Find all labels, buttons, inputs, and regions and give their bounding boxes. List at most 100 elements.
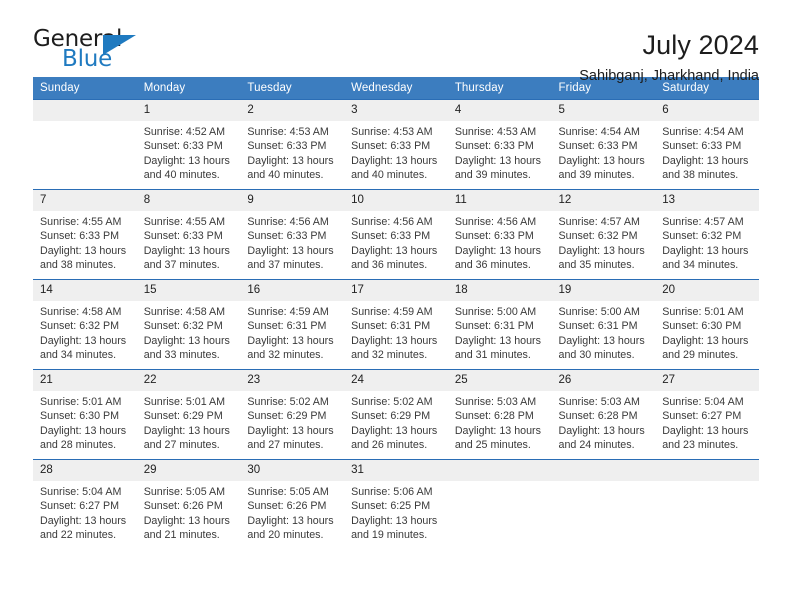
sun-times-block: Sunrise: 4:57 AM Sunset: 6:32 PM Daylight:… (655, 211, 759, 273)
sun-time-line: Daylight: 13 hours (662, 244, 749, 257)
day-number: 9 (240, 190, 345, 211)
calendar-day-cell[interactable]: 30 Sunrise: 5:05 AM Sunset: 6:26 PM Dayligh… (240, 459, 345, 550)
calendar-day-cell[interactable]: 16 Sunrise: 4:59 AM Sunset: 6:31 PM Dayligh… (240, 279, 345, 370)
sun-time-line: Sunrise: 5:04 AM (662, 396, 744, 408)
calendar-day-cell[interactable]: 11 Sunrise: 4:56 AM Sunset: 6:33 PM Dayligh… (447, 189, 552, 280)
calendar-day-cell[interactable]: 10 Sunrise: 4:56 AM Sunset: 6:33 PM Dayligh… (344, 189, 448, 280)
sun-time-line: and 30 minutes. (558, 349, 635, 362)
calendar-day-cell[interactable]: 13 Sunrise: 4:57 AM Sunset: 6:32 PM Dayligh… (655, 189, 759, 280)
sun-time-line: Daylight: 13 hours (351, 424, 438, 437)
sun-time-line: and 37 minutes. (247, 259, 324, 272)
day-number (551, 460, 656, 481)
day-number: 2 (240, 100, 345, 121)
day-number: 12 (551, 190, 656, 211)
sun-times-block: Sunrise: 4:59 AM Sunset: 6:31 PM Daylight:… (344, 301, 448, 363)
calendar-day-cell[interactable]: 20 Sunrise: 5:01 AM Sunset: 6:30 PM Dayligh… (655, 279, 759, 370)
day-number: 29 (136, 460, 241, 481)
sun-time-line: and 33 minutes. (143, 349, 220, 362)
calendar-day-cell[interactable]: 6 Sunrise: 4:54 AM Sunset: 6:33 PM Daylight… (655, 99, 759, 190)
calendar-day-cell[interactable]: 28 Sunrise: 5:04 AM Sunset: 6:27 PM Dayligh… (33, 459, 137, 550)
calendar-day-cell[interactable]: 7 Sunrise: 4:55 AM Sunset: 6:33 PM Daylight… (33, 189, 137, 280)
day-number: 8 (136, 190, 241, 211)
page-header: General Blue July 2024 Sahibganj, Jharkh… (33, 0, 759, 84)
sun-time-line: Sunset: 6:26 PM (143, 500, 223, 513)
sun-times-block: Sunrise: 5:01 AM Sunset: 6:30 PM Daylight:… (655, 301, 759, 363)
sun-time-line: and 40 minutes. (351, 169, 428, 182)
sun-time-line: and 40 minutes. (247, 169, 324, 182)
sun-time-line: Daylight: 13 hours (247, 154, 334, 167)
calendar-day-cell[interactable]: 12 Sunrise: 4:57 AM Sunset: 6:32 PM Dayligh… (551, 189, 656, 280)
sun-time-line: Sunset: 6:33 PM (40, 230, 120, 243)
calendar-day-cell[interactable]: 5 Sunrise: 4:54 AM Sunset: 6:33 PM Daylight… (551, 99, 656, 190)
calendar-day-cell[interactable]: 4 Sunrise: 4:53 AM Sunset: 6:33 PM Daylight… (447, 99, 552, 190)
calendar-week-row: 14 Sunrise: 4:58 AM Sunset: 6:32 PM Dayligh… (33, 279, 759, 370)
day-number: 19 (551, 280, 656, 301)
sun-time-line: and 23 minutes. (662, 439, 739, 452)
sun-time-line: Daylight: 13 hours (351, 154, 438, 167)
sun-time-line: Daylight: 13 hours (662, 424, 749, 437)
sun-time-line: and 39 minutes. (454, 169, 531, 182)
sun-time-line: and 27 minutes. (247, 439, 324, 452)
sun-time-line: Sunrise: 4:58 AM (40, 306, 122, 318)
day-number: 23 (240, 370, 345, 391)
sun-time-line: Sunrise: 4:59 AM (247, 306, 329, 318)
calendar-day-cell[interactable]: 25 Sunrise: 5:03 AM Sunset: 6:28 PM Dayligh… (447, 369, 552, 460)
calendar-day-cell[interactable]: 15 Sunrise: 4:58 AM Sunset: 6:32 PM Dayligh… (136, 279, 241, 370)
calendar-day-cell[interactable]: 31 Sunrise: 5:06 AM Sunset: 6:25 PM Dayligh… (344, 459, 448, 550)
calendar-day-cell[interactable]: 14 Sunrise: 4:58 AM Sunset: 6:32 PM Dayligh… (33, 279, 137, 370)
sun-time-line: and 29 minutes. (662, 349, 739, 362)
day-number: 18 (447, 280, 552, 301)
calendar-week-row: 28 Sunrise: 5:04 AM Sunset: 6:27 PM Dayligh… (33, 459, 759, 550)
sun-time-line: Sunset: 6:27 PM (40, 500, 120, 513)
calendar-page: General Blue July 2024 Sahibganj, Jharkh… (0, 0, 792, 612)
day-number: 17 (344, 280, 448, 301)
sun-time-line: Sunset: 6:31 PM (247, 320, 327, 333)
sun-time-line: and 28 minutes. (40, 439, 117, 452)
sun-time-line: Daylight: 13 hours (351, 334, 438, 347)
calendar-day-cell[interactable]: 26 Sunrise: 5:03 AM Sunset: 6:28 PM Dayligh… (551, 369, 656, 460)
sun-time-line: Daylight: 13 hours (454, 334, 541, 347)
day-number: 1 (136, 100, 241, 121)
calendar-day-cell[interactable]: 18 Sunrise: 5:00 AM Sunset: 6:31 PM Dayligh… (447, 279, 552, 370)
sun-times-block: Sunrise: 5:05 AM Sunset: 6:26 PM Daylight:… (240, 481, 344, 543)
calendar-day-cell[interactable]: 1 Sunrise: 4:52 AM Sunset: 6:33 PM Daylight… (136, 99, 241, 190)
sun-times-block: Sunrise: 4:56 AM Sunset: 6:33 PM Daylight:… (240, 211, 344, 273)
sun-time-line: Sunrise: 5:00 AM (558, 306, 640, 318)
sun-time-line: Sunrise: 5:05 AM (143, 486, 226, 498)
sun-time-line: and 40 minutes. (143, 169, 220, 182)
calendar-day-cell[interactable]: 9 Sunrise: 4:56 AM Sunset: 6:33 PM Daylight… (240, 189, 345, 280)
sun-times-block: Sunrise: 5:01 AM Sunset: 6:29 PM Daylight:… (137, 391, 241, 453)
calendar-day-cell[interactable]: 22 Sunrise: 5:01 AM Sunset: 6:29 PM Dayligh… (136, 369, 241, 460)
sun-time-line: Sunrise: 5:04 AM (40, 486, 122, 498)
day-number: 13 (655, 190, 759, 211)
sun-times-block: Sunrise: 4:54 AM Sunset: 6:33 PM Daylight:… (552, 121, 656, 183)
sun-time-line: and 25 minutes. (454, 439, 531, 452)
sun-time-line: Sunset: 6:26 PM (247, 500, 327, 513)
calendar-day-cell[interactable]: 29 Sunrise: 5:05 AM Sunset: 6:26 PM Dayligh… (136, 459, 241, 550)
sun-time-line: Sunrise: 4:58 AM (143, 306, 226, 318)
day-number: 27 (655, 370, 759, 391)
calendar-day-cell[interactable]: 21 Sunrise: 5:01 AM Sunset: 6:30 PM Dayligh… (33, 369, 137, 460)
day-number: 28 (33, 460, 137, 481)
sun-time-line: Sunset: 6:31 PM (351, 320, 431, 333)
calendar-day-cell[interactable]: 19 Sunrise: 5:00 AM Sunset: 6:31 PM Dayligh… (551, 279, 656, 370)
calendar-day-cell[interactable]: 3 Sunrise: 4:53 AM Sunset: 6:33 PM Daylight… (344, 99, 448, 190)
weekday-header-sunday: Sunday (33, 77, 137, 100)
calendar-day-cell[interactable]: 27 Sunrise: 5:04 AM Sunset: 6:27 PM Dayligh… (655, 369, 759, 460)
weekday-header-wednesday: Wednesday (344, 77, 448, 100)
calendar-day-cell-empty (33, 99, 137, 190)
sun-time-line: Sunrise: 4:57 AM (662, 216, 744, 228)
calendar-day-cell-empty (655, 459, 759, 550)
calendar-day-cell[interactable]: 2 Sunrise: 4:53 AM Sunset: 6:33 PM Daylight… (240, 99, 345, 190)
sun-time-line: and 37 minutes. (143, 259, 220, 272)
day-number (447, 460, 552, 481)
sun-time-line: and 19 minutes. (351, 529, 428, 542)
calendar-day-cell[interactable]: 17 Sunrise: 4:59 AM Sunset: 6:31 PM Dayligh… (344, 279, 448, 370)
calendar-day-cell[interactable]: 24 Sunrise: 5:02 AM Sunset: 6:29 PM Dayligh… (344, 369, 448, 460)
sun-time-line: Sunset: 6:33 PM (247, 140, 327, 153)
calendar-day-cell[interactable]: 23 Sunrise: 5:02 AM Sunset: 6:29 PM Dayligh… (240, 369, 345, 460)
calendar-day-cell[interactable]: 8 Sunrise: 4:55 AM Sunset: 6:33 PM Daylight… (136, 189, 241, 280)
sun-time-line: and 32 minutes. (351, 349, 428, 362)
sun-time-line: Sunrise: 4:53 AM (351, 126, 433, 138)
day-number: 11 (447, 190, 552, 211)
